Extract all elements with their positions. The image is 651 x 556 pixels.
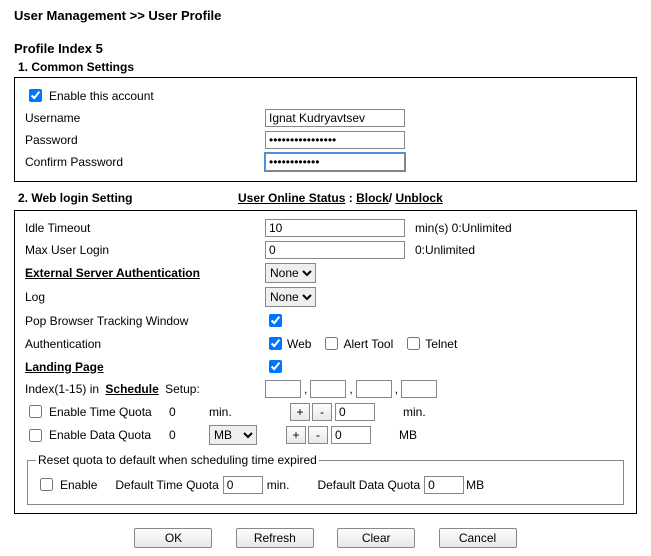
time-quota-plus[interactable]: +: [290, 403, 310, 421]
default-time-quota-label: Default Time Quota: [115, 478, 218, 492]
time-quota-current: 0: [169, 405, 209, 419]
time-quota-input[interactable]: [335, 403, 375, 421]
breadcrumb-a: User Management: [14, 8, 126, 23]
default-data-quota-input[interactable]: [424, 476, 464, 494]
cancel-button[interactable]: Cancel: [439, 528, 517, 548]
max-user-login-input[interactable]: [265, 241, 405, 259]
breadcrumb: User Management >> User Profile: [14, 8, 637, 23]
idle-timeout-label: Idle Timeout: [25, 221, 265, 235]
log-select[interactable]: None: [265, 287, 316, 307]
reset-enable-checkbox[interactable]: [40, 478, 53, 491]
password-label: Password: [25, 133, 265, 147]
auth-web-checkbox[interactable]: [269, 337, 282, 350]
data-quota-unit-select[interactable]: MB: [209, 425, 257, 445]
auth-web-label: Web: [287, 337, 311, 351]
ok-button[interactable]: OK: [134, 528, 212, 548]
auth-telnet-label: Telnet: [425, 337, 457, 351]
max-user-login-label: Max User Login: [25, 243, 265, 257]
data-quota-plus[interactable]: +: [286, 426, 306, 444]
auth-telnet-checkbox[interactable]: [407, 337, 420, 350]
time-quota-minus[interactable]: -: [312, 403, 332, 421]
landing-page-checkbox[interactable]: [269, 360, 282, 373]
schedule-index-3[interactable]: [356, 380, 392, 398]
time-quota-checkbox[interactable]: [29, 405, 42, 418]
reset-enable-label: Enable: [60, 478, 97, 492]
refresh-button[interactable]: Refresh: [236, 528, 314, 548]
default-data-quota-unit: MB: [466, 478, 484, 492]
username-label: Username: [25, 111, 265, 125]
breadcrumb-b: User Profile: [148, 8, 221, 23]
unblock-link[interactable]: Unblock: [395, 191, 442, 205]
index-post-label: Setup:: [165, 382, 200, 396]
user-online-status-label: User Online Status: [238, 191, 345, 205]
idle-timeout-suffix: min(s) 0:Unlimited: [415, 221, 512, 235]
confirm-password-input[interactable]: [265, 153, 405, 171]
data-quota-input[interactable]: [331, 426, 371, 444]
external-auth-select[interactable]: None: [265, 263, 316, 283]
auth-alert-checkbox[interactable]: [325, 337, 338, 350]
web-login-title-row: 2. Web login Setting User Online Status …: [14, 188, 637, 208]
common-settings-panel: Enable this account Username Password Co…: [14, 77, 637, 182]
clear-button[interactable]: Clear: [337, 528, 415, 548]
web-login-panel: Idle Timeout min(s) 0:Unlimited Max User…: [14, 210, 637, 514]
data-quota-mb-suffix: MB: [399, 428, 417, 442]
data-quota-checkbox[interactable]: [29, 429, 42, 442]
schedule-index-1[interactable]: [265, 380, 301, 398]
footer-buttons: OK Refresh Clear Cancel: [14, 528, 637, 548]
pop-browser-checkbox[interactable]: [269, 314, 282, 327]
enable-account-label: Enable this account: [49, 89, 154, 103]
section-common-title: 1. Common Settings: [18, 60, 637, 74]
log-label: Log: [25, 290, 265, 304]
breadcrumb-sep: >>: [130, 8, 145, 23]
schedule-index-2[interactable]: [310, 380, 346, 398]
idle-timeout-input[interactable]: [265, 219, 405, 237]
default-time-quota-input[interactable]: [223, 476, 263, 494]
data-quota-minus[interactable]: -: [308, 426, 328, 444]
password-input[interactable]: [265, 131, 405, 149]
time-quota-unit1: min.: [209, 405, 289, 419]
reset-quota-fieldset: Reset quota to default when scheduling t…: [27, 453, 624, 505]
data-quota-label: Enable Data Quota: [49, 428, 169, 442]
auth-alert-label: Alert Tool: [343, 337, 393, 351]
time-quota-label: Enable Time Quota: [49, 405, 169, 419]
block-link[interactable]: Block: [356, 191, 389, 205]
confirm-password-label: Confirm Password: [25, 155, 265, 169]
enable-account-checkbox[interactable]: [29, 89, 42, 102]
reset-quota-legend: Reset quota to default when scheduling t…: [36, 453, 319, 467]
max-user-login-suffix: 0:Unlimited: [415, 243, 475, 257]
default-time-quota-unit: min.: [267, 478, 290, 492]
index-pre-label: Index(1-15) in: [25, 382, 99, 396]
authentication-label: Authentication: [25, 337, 265, 351]
default-data-quota-label: Default Data Quota: [317, 478, 420, 492]
landing-page-label: Landing Page: [25, 360, 265, 374]
schedule-index-4[interactable]: [401, 380, 437, 398]
section-web-title: 2. Web login Setting: [18, 191, 238, 205]
schedule-link[interactable]: Schedule: [105, 382, 158, 396]
username-input[interactable]: [265, 109, 405, 127]
data-quota-current: 0: [169, 428, 209, 442]
online-status-sep: :: [349, 191, 356, 205]
external-auth-label: External Server Authentication: [25, 266, 265, 280]
time-quota-unit2: min.: [403, 405, 426, 419]
profile-index-title: Profile Index 5: [14, 41, 637, 56]
pop-browser-label: Pop Browser Tracking Window: [25, 314, 265, 328]
